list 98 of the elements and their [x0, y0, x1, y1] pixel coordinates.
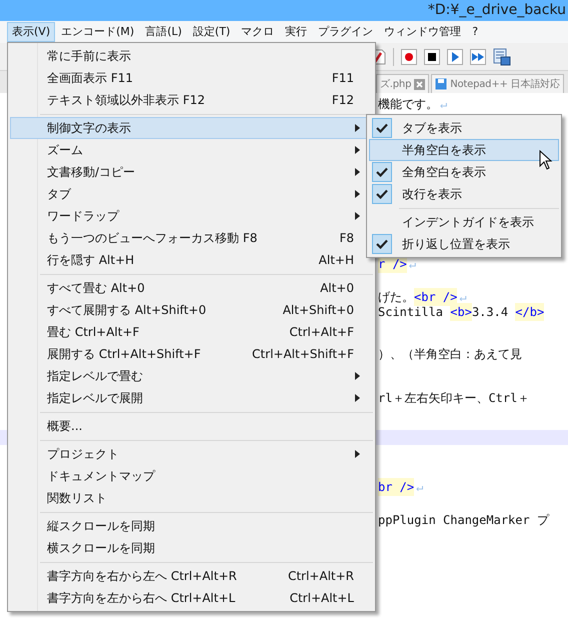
- fast-forward-icon[interactable]: [470, 48, 486, 64]
- menu-bar-item[interactable]: 表示(V): [7, 22, 56, 42]
- window-title: *D:¥_e_drive_backu: [428, 1, 567, 20]
- code-text: 3.3.4: [472, 304, 510, 320]
- menu-item-label: 横スクロールを同期: [47, 540, 155, 557]
- menu-item-label: 指定レベルで展開: [47, 390, 143, 407]
- shortcut-label: F11: [332, 70, 354, 87]
- menu-item-label: プロジェクト: [47, 446, 119, 463]
- check-icon: [376, 123, 388, 133]
- menu-item[interactable]: プロジェクト: [10, 443, 373, 465]
- menu-item[interactable]: 展開する Ctrl+Alt+Shift+F Ctrl+Alt+Shift+F: [10, 343, 373, 365]
- menu-item-label: 書字方向を右から左へ Ctrl+Alt+R: [47, 568, 237, 585]
- check-icon: [376, 167, 388, 177]
- code-tag: <br />: [414, 288, 458, 306]
- code-text: rl＋左右矢印キー、Ctrl＋: [378, 390, 530, 406]
- line-end-symbol: ↵: [408, 256, 416, 272]
- menu-item-label: ワードラップ: [47, 208, 119, 225]
- code-tag: </b>: [515, 302, 544, 320]
- menu-item-label: 概要...: [47, 418, 82, 435]
- menu-item[interactable]: テキスト領域以外非表示 F12 F12: [10, 89, 373, 111]
- code-text: ）、（半角空白：あえて見: [378, 346, 522, 362]
- file-tab[interactable]: Notepad++ 日本語対応: [431, 74, 564, 93]
- submenu-item-label: 折り返し位置を表示: [402, 236, 510, 253]
- menu-item-label: ドキュメントマップ: [47, 468, 155, 485]
- menu-item[interactable]: 全画面表示 F11 F11: [10, 67, 373, 89]
- shortcut-label: Ctrl+Alt+L: [290, 590, 354, 607]
- close-icon[interactable]: [414, 78, 426, 90]
- menu-item-label: ズーム: [47, 142, 83, 159]
- menu-item-label: タブ: [47, 186, 71, 203]
- shortcut-label: Alt+Shift+0: [282, 302, 354, 319]
- shortcut-label: Alt+0: [320, 280, 354, 297]
- shortcut-label: F8: [339, 230, 354, 247]
- menu-item-label: 行を隠す Alt+H: [47, 252, 134, 269]
- submenu-item-label: 全角空白を表示: [402, 164, 486, 181]
- menu-item-label: 畳む Ctrl+Alt+F: [47, 324, 140, 341]
- menu-item[interactable]: 指定レベルで展開: [10, 387, 373, 409]
- menu-item[interactable]: すべて畳む Alt+0 Alt+0: [10, 277, 373, 299]
- save-macro-icon[interactable]: [493, 48, 511, 66]
- shortcut-label: F12: [332, 92, 354, 109]
- menu-item[interactable]: 指定レベルで畳む: [10, 365, 373, 387]
- menu-item-label: 指定レベルで畳む: [47, 368, 143, 385]
- menu-bar-item[interactable]: プラグイン: [313, 22, 378, 42]
- menu-bar-item[interactable]: エンコード(M): [56, 22, 140, 42]
- menu-item-label: 縦スクロールを同期: [47, 518, 155, 535]
- menu-bar-item[interactable]: 設定(T): [188, 22, 236, 42]
- shortcut-label: Ctrl+Alt+R: [288, 568, 354, 585]
- shortcut-label: Alt+H: [318, 252, 354, 269]
- menu-bar-item[interactable]: ?: [467, 22, 484, 42]
- line-end-symbol: ↵: [440, 96, 448, 112]
- submenu-item-label: 改行を表示: [402, 186, 462, 203]
- record-icon[interactable]: [401, 48, 417, 64]
- menu-item[interactable]: 関数リスト: [10, 487, 373, 509]
- check-icon: [376, 189, 388, 199]
- shortcut-label: Ctrl+Alt+Shift+F: [252, 346, 354, 363]
- code-text: 機能です。: [378, 96, 438, 112]
- menu-bar-item[interactable]: ウィンドウ管理: [379, 22, 466, 42]
- menu-item[interactable]: 畳む Ctrl+Alt+F Ctrl+Alt+F: [10, 321, 373, 343]
- menu-item-label: 常に手前に表示: [47, 48, 131, 65]
- code-tag: br />: [378, 478, 414, 496]
- menu-item-label: すべて展開する Alt+Shift+0: [47, 302, 206, 319]
- menu-item[interactable]: 書字方向を右から左へ Ctrl+Alt+R Ctrl+Alt+R: [10, 565, 373, 587]
- code-text: げた。: [378, 288, 414, 306]
- menu-item-label: テキスト領域以外非表示 F12: [47, 92, 205, 109]
- menu-bar-item[interactable]: マクロ: [236, 22, 280, 42]
- submenu-item-label: インデントガイドを表示: [402, 214, 534, 231]
- menu-item[interactable]: 書字方向を左から右へ Ctrl+Alt+L Ctrl+Alt+L: [10, 587, 373, 609]
- menu-item-label: 全画面表示 F11: [47, 70, 133, 87]
- menu-item[interactable]: 常に手前に表示: [10, 45, 373, 67]
- menu-item-label: 関数リスト: [47, 490, 107, 507]
- code-text: Scintilla: [378, 304, 444, 320]
- menu-item[interactable]: すべて展開する Alt+Shift+0 Alt+Shift+0: [10, 299, 373, 321]
- code-text: ppPlugin ChangeMarker プ: [378, 512, 549, 528]
- menu-item-label: すべて畳む Alt+0: [47, 280, 145, 297]
- play-icon[interactable]: [447, 48, 463, 64]
- tab-label: ズ.php: [380, 78, 412, 92]
- stop-icon[interactable]: [424, 48, 440, 64]
- menu-bar-item[interactable]: 実行: [280, 22, 312, 42]
- shortcut-label: Ctrl+Alt+F: [289, 324, 354, 341]
- menu-item-label: 制御文字の表示: [47, 120, 131, 137]
- menu-item[interactable]: 横スクロールを同期: [10, 537, 373, 559]
- mouse-pointer-icon: [539, 150, 553, 171]
- menu-item-label: 文書移動/コピー: [47, 164, 136, 181]
- submenu-item-label: タブを表示: [402, 120, 462, 137]
- line-end-symbol: ↵: [459, 288, 467, 306]
- menu-bar-item[interactable]: 言語(L): [140, 22, 187, 42]
- menu-item-label: 書字方向を左から右へ Ctrl+Alt+L: [47, 590, 236, 607]
- file-tab[interactable]: ズ.php: [376, 74, 430, 93]
- menu-item-label: もう一つのビューへフォーカス移動 F8: [47, 230, 258, 247]
- menu-item[interactable]: 縦スクロールを同期: [10, 515, 373, 537]
- menu-item-label: 展開する Ctrl+Alt+Shift+F: [47, 346, 201, 363]
- line-end-symbol: ↵: [416, 478, 424, 496]
- code-tag: <b>: [450, 302, 472, 320]
- submenu-item[interactable]: 半角空白を表示: [369, 139, 559, 161]
- submenu-item-label: 半角空白を表示: [402, 142, 486, 159]
- menu-item[interactable]: ドキュメントマップ: [10, 465, 373, 487]
- tab-label: Notepad++ 日本語対応: [450, 78, 560, 92]
- menu-item[interactable]: 概要...: [10, 415, 373, 437]
- check-icon: [376, 239, 388, 249]
